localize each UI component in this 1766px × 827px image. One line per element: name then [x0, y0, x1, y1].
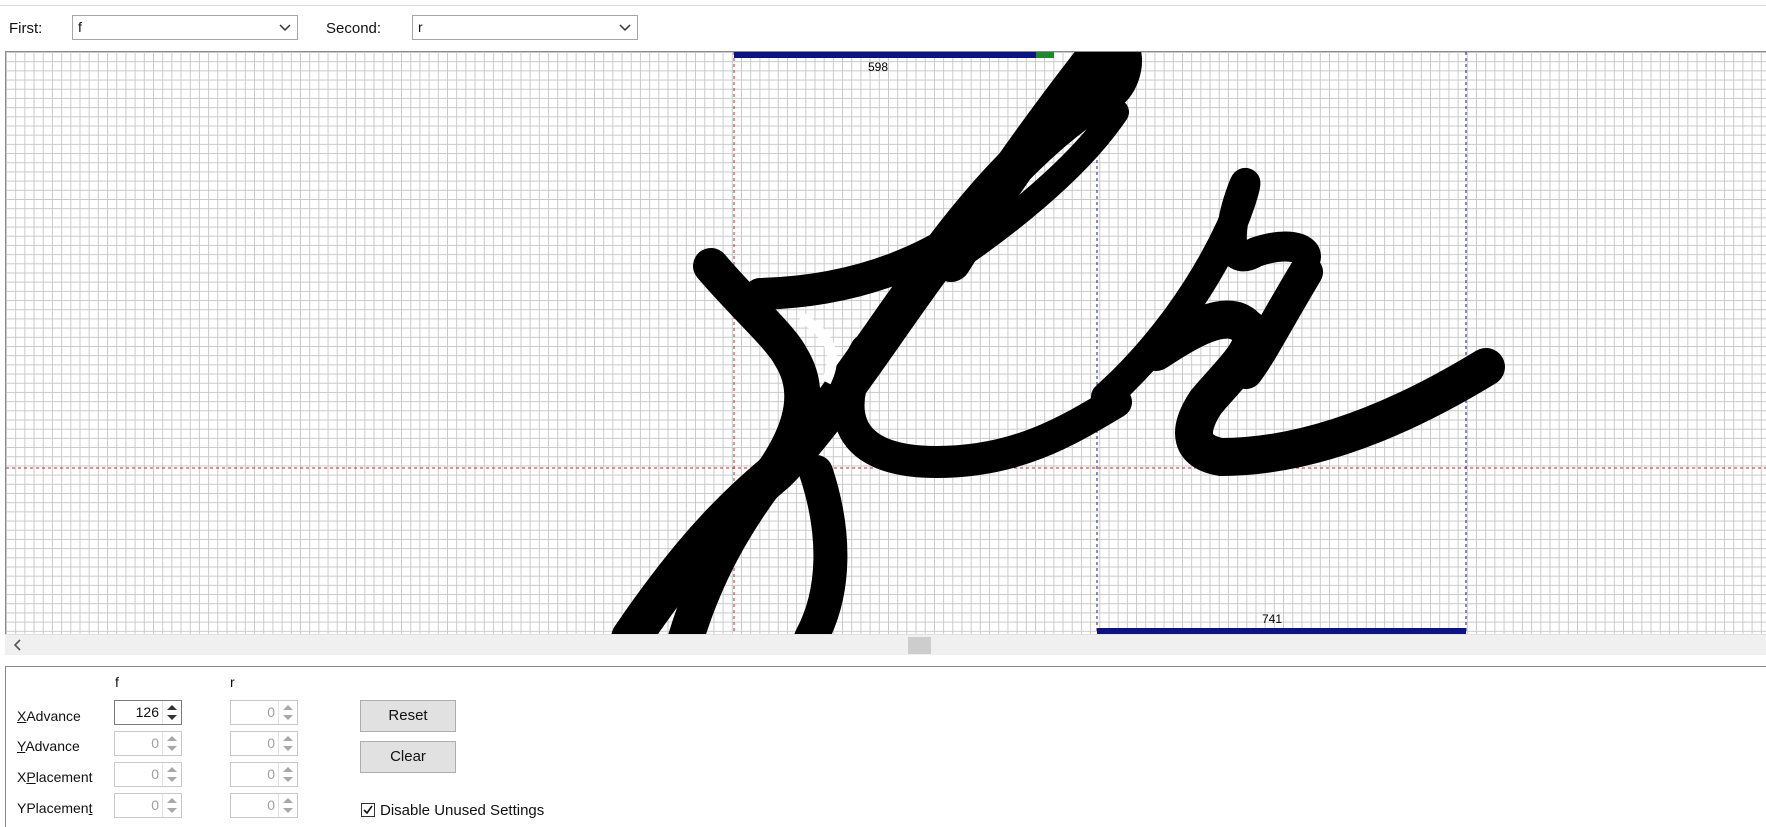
disable-unused-checkbox[interactable] [361, 803, 375, 817]
yplacement-first-spinner: 0 [114, 793, 182, 818]
spin-up-icon [283, 736, 293, 741]
col-header-second: r [230, 674, 235, 690]
xadvance-label: XAdvance [17, 708, 81, 724]
glyph-f [611, 52, 1142, 636]
yadvance-second-value: 0 [267, 735, 275, 751]
scrollbar-thumb[interactable] [908, 637, 931, 654]
xplacement-first-value: 0 [151, 766, 159, 782]
spin-up-icon[interactable] [167, 705, 177, 710]
spin-down-icon [167, 746, 177, 751]
disable-unused-settings-option[interactable]: Disable Unused Settings [361, 802, 544, 819]
spin-down-icon [167, 808, 177, 813]
spin-down-icon [167, 777, 177, 782]
second-glyph-select[interactable]: r [412, 15, 638, 40]
chevron-down-icon [619, 24, 631, 32]
scroll-left-arrow-icon[interactable] [11, 637, 25, 653]
xplacement-second-value: 0 [267, 766, 275, 782]
yplacement-second-spinner: 0 [230, 793, 298, 818]
spin-up-icon [283, 767, 293, 772]
yadvance-second-spinner: 0 [230, 731, 298, 756]
spin-down-icon [283, 746, 293, 751]
clear-button[interactable]: Clear [360, 741, 456, 773]
spin-up-icon [167, 767, 177, 772]
disable-unused-label: Disable Unused Settings [380, 802, 545, 819]
glyph-canvas[interactable]: 598 741 [5, 51, 1766, 637]
spin-down-icon [283, 808, 293, 813]
second-label: Second: [326, 20, 382, 37]
xplacement-first-spinner: 0 [114, 762, 182, 787]
col-header-first: f [115, 674, 119, 690]
reset-button[interactable]: Reset [360, 700, 456, 732]
yplacement-label: YPlacement [17, 800, 93, 816]
spin-up-icon [283, 798, 293, 803]
yplacement-first-value: 0 [151, 797, 159, 813]
horizontal-scrollbar[interactable] [5, 634, 1766, 655]
yplacement-second-value: 0 [267, 797, 275, 813]
kern-adjust-bar [1036, 52, 1054, 58]
chevron-down-icon [279, 24, 291, 32]
first-advance-value: 598 [868, 60, 889, 74]
f-descender [794, 455, 848, 636]
first-label: First: [9, 20, 43, 37]
f-crossbar [668, 248, 821, 636]
xplacement-label: XPlacement [17, 769, 93, 785]
checkmark-icon [363, 805, 373, 815]
second-glyph-value: r [418, 19, 423, 35]
glyph-r [1091, 168, 1505, 476]
first-advance-bar [734, 52, 1036, 58]
yadvance-label: YAdvance [17, 738, 80, 754]
r-shoulder [1137, 300, 1505, 476]
xadvance-second-value: 0 [267, 704, 275, 720]
spin-down-icon [283, 777, 293, 782]
spin-down-icon[interactable] [167, 715, 177, 720]
yadvance-first-value: 0 [151, 735, 159, 751]
glyph-drawing [6, 52, 1766, 636]
first-glyph-select[interactable]: f [72, 15, 298, 40]
xplacement-second-spinner: 0 [230, 762, 298, 787]
xadvance-first-spinner[interactable]: 126 [114, 700, 182, 725]
xadvance-second-spinner: 0 [230, 700, 298, 725]
first-glyph-value: f [78, 19, 82, 35]
top-divider [0, 5, 1766, 6]
xadvance-first-value: 126 [135, 704, 159, 720]
spin-up-icon [283, 705, 293, 710]
spin-down-icon [283, 715, 293, 720]
yadvance-first-spinner: 0 [114, 731, 182, 756]
second-advance-value: 741 [1262, 612, 1283, 626]
spin-up-icon [167, 736, 177, 741]
spin-up-icon [167, 798, 177, 803]
